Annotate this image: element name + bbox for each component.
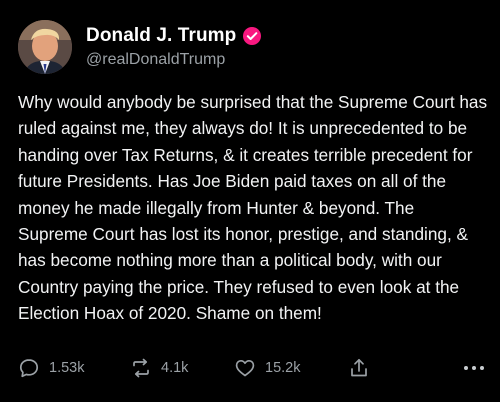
like-count: 15.2k <box>265 360 301 376</box>
share-button[interactable] <box>348 357 370 379</box>
author-display-name[interactable]: Donald J. Trump <box>86 25 236 47</box>
reply-icon <box>18 357 40 379</box>
reply-button[interactable]: 1.53k <box>18 357 84 379</box>
reply-count: 1.53k <box>49 360 85 376</box>
avatar[interactable] <box>18 20 72 74</box>
more-icon <box>462 357 486 379</box>
share-icon <box>348 357 370 379</box>
author-handle[interactable]: @realDonaldTrump <box>86 51 262 69</box>
post-header: Donald J. Trump @realDonaldTrump <box>18 20 262 74</box>
repost-icon <box>130 357 152 379</box>
avatar-image <box>18 20 72 74</box>
repost-button[interactable]: 4.1k <box>130 357 188 379</box>
action-bar: 1.53k 4.1k 15.2k <box>18 355 486 381</box>
repost-count: 4.1k <box>161 360 189 376</box>
post-text: Why would anybody be surprised that the … <box>18 92 488 324</box>
heart-icon <box>234 357 256 379</box>
author-info: Donald J. Trump @realDonaldTrump <box>86 25 262 69</box>
name-row: Donald J. Trump <box>86 25 262 47</box>
like-button[interactable]: 15.2k <box>234 357 300 379</box>
verified-badge-icon <box>242 26 262 46</box>
more-button[interactable] <box>462 357 486 379</box>
post-card: Donald J. Trump @realDonaldTrump Why wou… <box>0 0 500 402</box>
